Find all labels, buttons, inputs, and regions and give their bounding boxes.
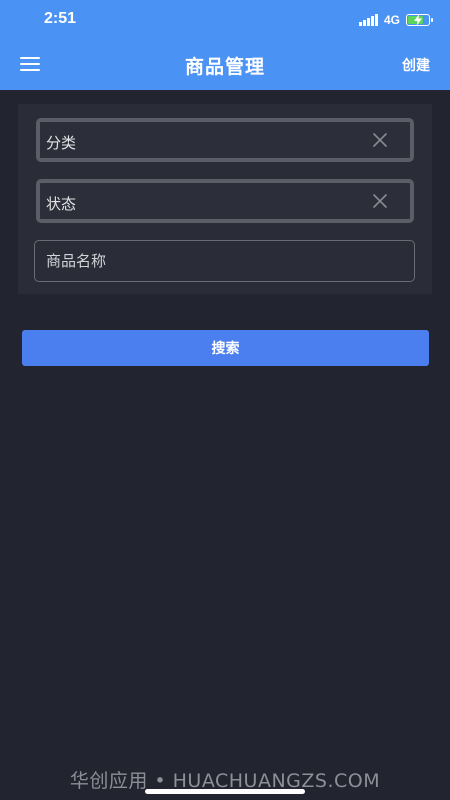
- status-bar: 2:51 4G: [0, 0, 450, 40]
- filter-panel: 分类 状态: [18, 104, 432, 294]
- create-button[interactable]: 创建: [402, 55, 430, 75]
- home-indicator[interactable]: [145, 789, 305, 794]
- battery-icon: [406, 14, 433, 26]
- nav-bar: 商品管理 创建: [0, 40, 450, 90]
- search-button[interactable]: 搜索: [22, 330, 429, 366]
- status-select[interactable]: 状态: [36, 179, 414, 223]
- status-clear-icon[interactable]: [372, 193, 388, 209]
- status-time: 2:51: [44, 10, 77, 27]
- product-name-input[interactable]: [34, 240, 415, 282]
- category-label: 分类: [46, 134, 77, 152]
- page-title: 商品管理: [184, 56, 265, 78]
- network-type: 4G: [383, 13, 400, 27]
- category-clear-icon[interactable]: [372, 132, 388, 148]
- charging-bolt-icon: [414, 14, 422, 26]
- status-indicators: 4G: [358, 12, 433, 28]
- signal-icon: [358, 14, 378, 26]
- category-select[interactable]: 分类: [36, 118, 414, 162]
- status-label: 状态: [46, 195, 77, 213]
